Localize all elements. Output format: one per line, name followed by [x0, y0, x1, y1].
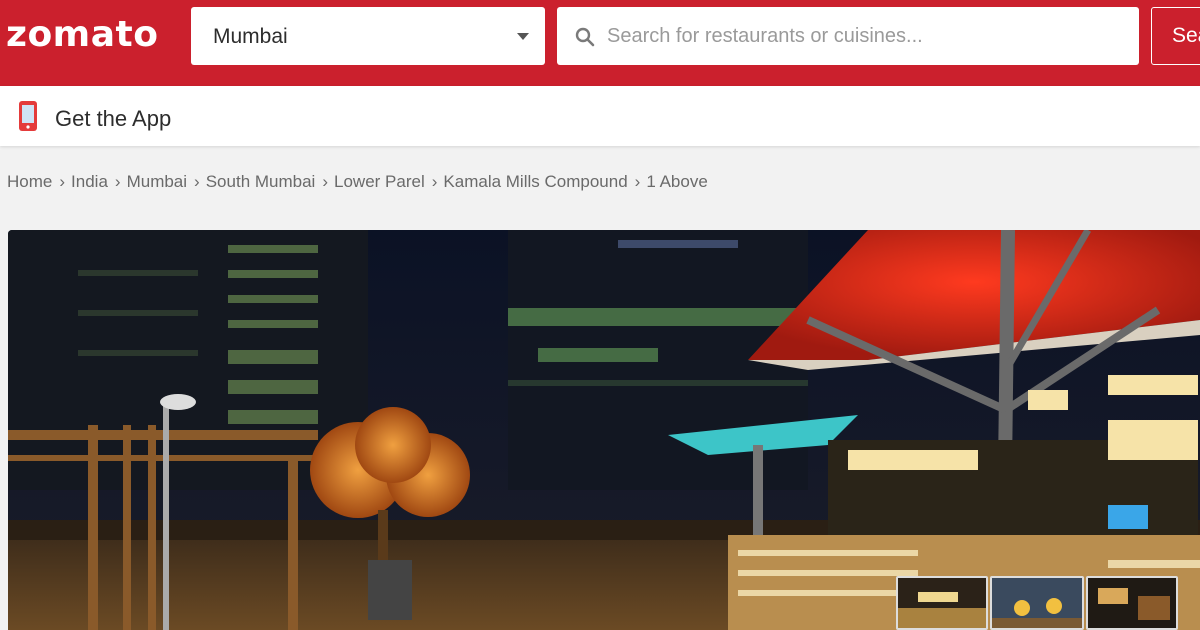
restaurant-hero-photo[interactable]: [8, 230, 1200, 630]
zomato-logo[interactable]: zomato: [6, 14, 158, 55]
breadcrumb-separator: ›: [322, 172, 329, 191]
search-icon: [575, 27, 595, 47]
search-box[interactable]: [557, 7, 1139, 65]
thumbnail-image: [898, 578, 986, 628]
chevron-down-icon: [517, 33, 529, 40]
breadcrumb-separator: ›: [431, 172, 438, 191]
breadcrumb-separator: ›: [114, 172, 121, 191]
city-selector-value: Mumbai: [213, 25, 288, 48]
top-header: zomato Mumbai Search: [0, 0, 1200, 86]
city-selector[interactable]: Mumbai: [191, 7, 545, 65]
hero-photo-illustration: [8, 230, 1200, 630]
breadcrumb-separator: ›: [194, 172, 200, 191]
photo-thumbnail[interactable]: [896, 576, 988, 630]
get-app-label[interactable]: Get the App: [55, 106, 171, 132]
thumbnail-image: [1088, 578, 1176, 628]
breadcrumb-south-mumbai[interactable]: South Mumbai: [206, 172, 316, 191]
breadcrumb-kamala-mills[interactable]: Kamala Mills Compound: [443, 172, 627, 191]
breadcrumb-mumbai[interactable]: Mumbai: [127, 172, 187, 191]
get-app-bar[interactable]: [0, 86, 1200, 146]
breadcrumb: Home › India › Mumbai › South Mumbai › Lower Par…: [7, 172, 708, 192]
breadcrumb-india[interactable]: India: [71, 172, 108, 191]
thumbnail-image: [992, 578, 1082, 628]
breadcrumb-lower-parel[interactable]: Lower Parel: [334, 172, 425, 191]
breadcrumb-home[interactable]: Home: [7, 172, 52, 191]
photo-thumbnail[interactable]: [990, 576, 1084, 630]
phone-icon: [19, 101, 37, 131]
breadcrumb-separator: ›: [634, 172, 641, 191]
search-button[interactable]: Search: [1151, 7, 1200, 65]
breadcrumb-current: 1 Above: [646, 172, 708, 191]
breadcrumb-separator: ›: [59, 172, 66, 191]
photo-thumbnail[interactable]: [1086, 576, 1178, 630]
search-input[interactable]: [607, 7, 1127, 65]
